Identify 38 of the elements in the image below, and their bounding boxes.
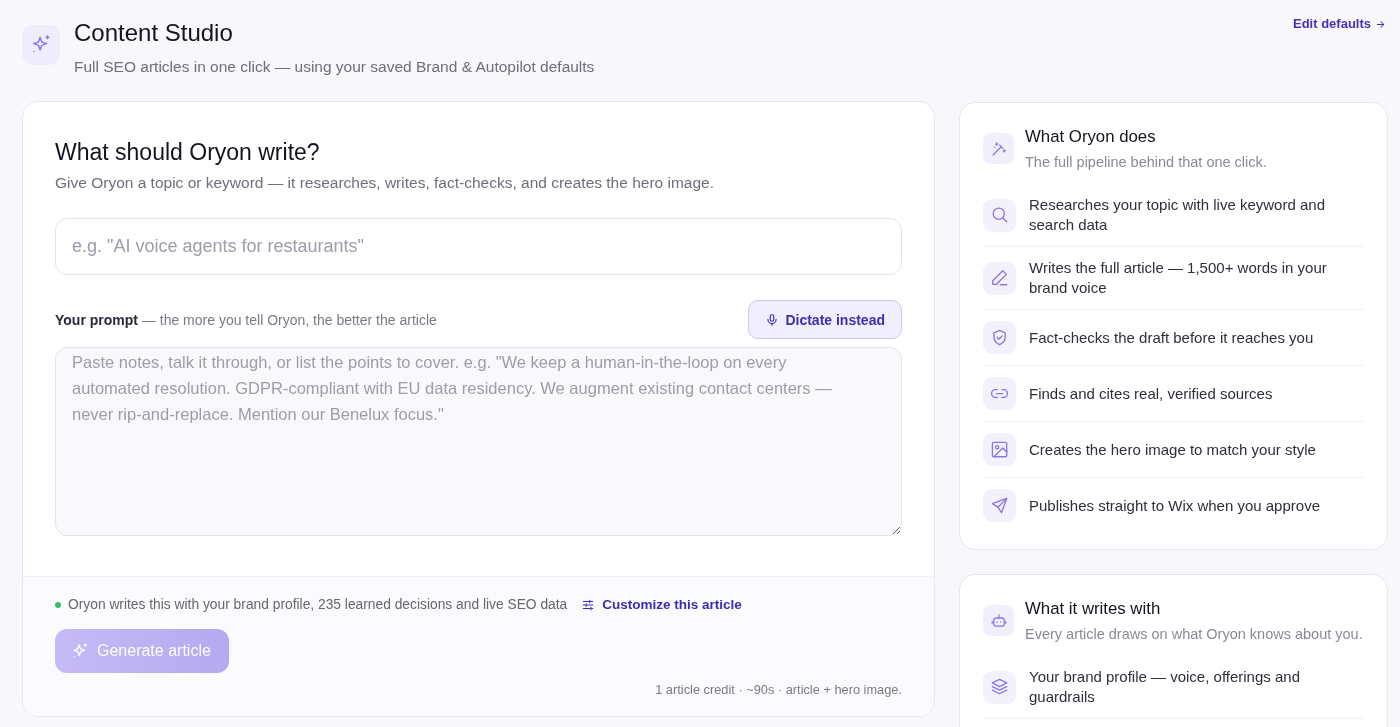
edit-defaults-link[interactable]: Edit defaults	[1293, 16, 1386, 32]
feature-text: Creates the hero image to match your style	[1029, 439, 1316, 460]
sparkle-icon	[22, 25, 60, 65]
page-title: Content Studio	[74, 18, 234, 48]
feature-text: Publishes straight to Wix when you approve	[1029, 495, 1320, 516]
panel-title: What it writes with	[1025, 599, 1162, 619]
sparkle-icon	[71, 642, 89, 660]
search-icon	[983, 198, 1016, 232]
microphone-icon	[765, 312, 780, 327]
status-text: Oryon writes this with your brand profile, 235 learned decisions and live SEO data	[68, 596, 568, 614]
feature-text: Your brand profile — voice, offerings and guardrails	[1029, 667, 1301, 707]
dictate-button[interactable]: Dictate instead	[748, 300, 902, 339]
status-dot-icon	[55, 602, 61, 608]
arrow-right-icon	[1375, 18, 1386, 30]
shield-check-icon	[983, 321, 1016, 354]
prompt-label: Your prompt — the more you tell Oryon, the better the article	[55, 310, 437, 329]
feature-text: Researches your topic with live keyword and search data	[1029, 195, 1326, 235]
credit-note: 1 article credit · ~90s · article + hero image.	[654, 683, 902, 697]
composer-heading: What should Oryon write?	[55, 139, 321, 165]
feature-text: Fact-checks the draft before it reaches you	[1029, 327, 1314, 348]
panel-subtitle: The full pipeline behind that one click.	[1025, 153, 1267, 172]
pencil-icon	[983, 261, 1016, 295]
magic-wand-icon	[983, 133, 1014, 164]
layers-icon	[983, 670, 1016, 704]
composer-description: Give Oryon a topic or keyword — it researches, writes, fact-checks, and creates the hero image.	[55, 173, 716, 193]
page-subtitle: Full SEO articles in one click — using your saved Brand & Autopilot defaults	[74, 57, 595, 77]
sliders-icon	[581, 598, 596, 612]
feature-text: Finds and cites real, verified sources	[1029, 383, 1273, 404]
panel-title: What Oryon does	[1025, 127, 1157, 147]
prompt-textarea[interactable]: Paste notes, talk it through, or list the points to cover. e.g. "We keep a human-in-the-loop on every automated resolution. GDPR-compliant with EU data residency. We augment existing contact centers — never rip-and-replace. Mention our Benelux focus."	[55, 347, 902, 536]
image-icon	[983, 433, 1016, 466]
topic-input[interactable]: e.g. "AI voice agents for restaurants"	[55, 218, 902, 275]
customize-link[interactable]: Customize this article	[581, 596, 742, 614]
feature-text: Writes the full article — 1,500+ words in your brand voice	[1029, 258, 1328, 298]
robot-icon	[983, 605, 1014, 636]
paper-plane-icon	[983, 489, 1016, 522]
link-icon	[983, 377, 1016, 410]
panel-subtitle: Every article draws on what Oryon knows about you.	[1025, 625, 1363, 644]
